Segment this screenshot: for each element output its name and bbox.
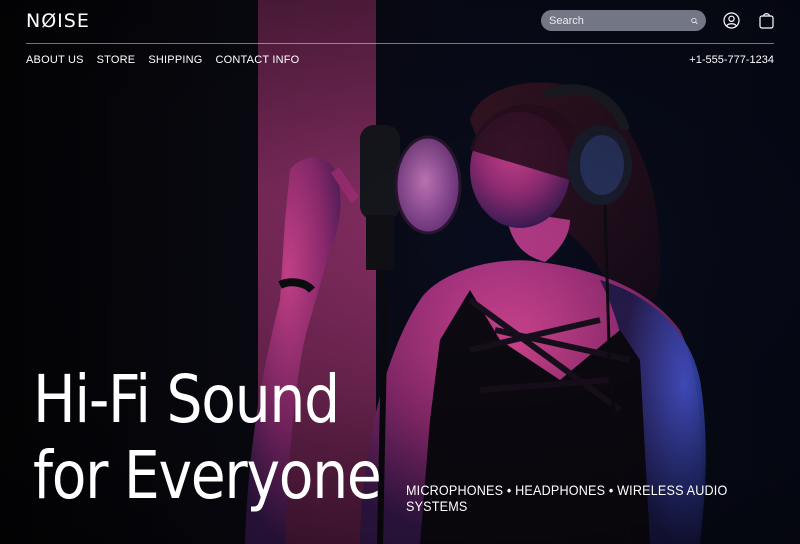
hero-headline-line2: for Everyone xyxy=(33,437,382,514)
cart-button[interactable] xyxy=(756,10,776,30)
nav-item-about-us[interactable]: ABOUT US xyxy=(26,54,84,66)
user-circle-icon xyxy=(722,11,740,29)
nav-item-contact-info[interactable]: CONTACT INFO xyxy=(216,54,300,66)
shopping-bag-icon xyxy=(758,12,774,29)
account-button[interactable] xyxy=(721,10,741,30)
hero-headline-line1: Hi-Fi Sound xyxy=(33,361,340,438)
hero-tagline: MICROPHONES • HEADPHONES • WIRELESS AUDI… xyxy=(406,482,728,514)
brand-logo[interactable]: NØISE xyxy=(26,10,90,32)
nav-item-store[interactable]: STORE xyxy=(97,54,136,66)
phone-number[interactable]: +1-555-777-1234 xyxy=(689,54,774,66)
nav-item-shipping[interactable]: SHIPPING xyxy=(148,54,202,66)
search-input[interactable] xyxy=(549,14,691,27)
search-icon[interactable] xyxy=(691,15,698,27)
header-divider xyxy=(26,43,774,44)
hero-headline: Hi-Fi Sound for Everyone xyxy=(33,361,382,514)
search-bar[interactable] xyxy=(541,10,706,31)
main-nav: ABOUT US STORE SHIPPING CONTACT INFO xyxy=(26,54,299,66)
